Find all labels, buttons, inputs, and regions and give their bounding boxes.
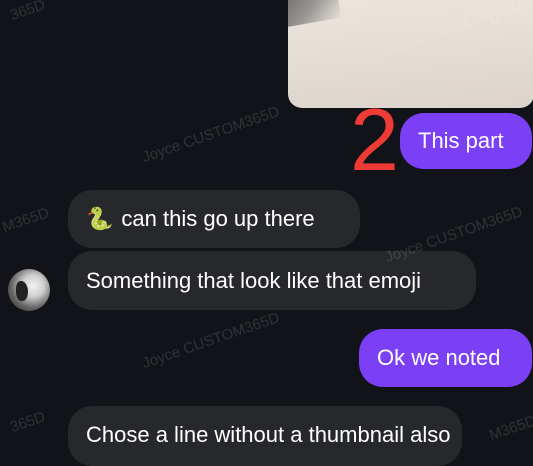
message-text: Ok we noted — [377, 345, 501, 370]
message-text: Chose a line without a thumbnail also — [86, 422, 451, 447]
watermark: 365D — [8, 0, 48, 25]
message-outgoing[interactable]: This part — [400, 113, 532, 169]
avatar-figure — [16, 281, 28, 301]
watermark: 365D — [8, 408, 48, 437]
message-text: can this go up there — [121, 206, 315, 231]
message-incoming[interactable]: 🐍 can this go up there — [68, 190, 360, 248]
message-text: This part — [418, 128, 504, 153]
shared-photo[interactable] — [288, 0, 533, 108]
message-incoming[interactable]: Chose a line without a thumbnail also — [68, 406, 462, 466]
avatar[interactable] — [8, 269, 50, 311]
watermark: M365D — [0, 204, 52, 237]
watermark: Joyce CUSTOM365D — [140, 309, 282, 373]
message-incoming[interactable]: Something that look like that emoji — [68, 251, 476, 310]
photo-shadow — [288, 0, 342, 28]
annotation-number: 2 — [350, 90, 399, 189]
message-text: Something that look like that emoji — [86, 267, 422, 293]
watermark: M365D — [487, 412, 533, 445]
message-outgoing[interactable]: Ok we noted — [359, 329, 532, 387]
snake-emoji-icon: 🐍 — [86, 206, 114, 231]
watermark: Joyce CUSTOM365D — [140, 103, 282, 167]
